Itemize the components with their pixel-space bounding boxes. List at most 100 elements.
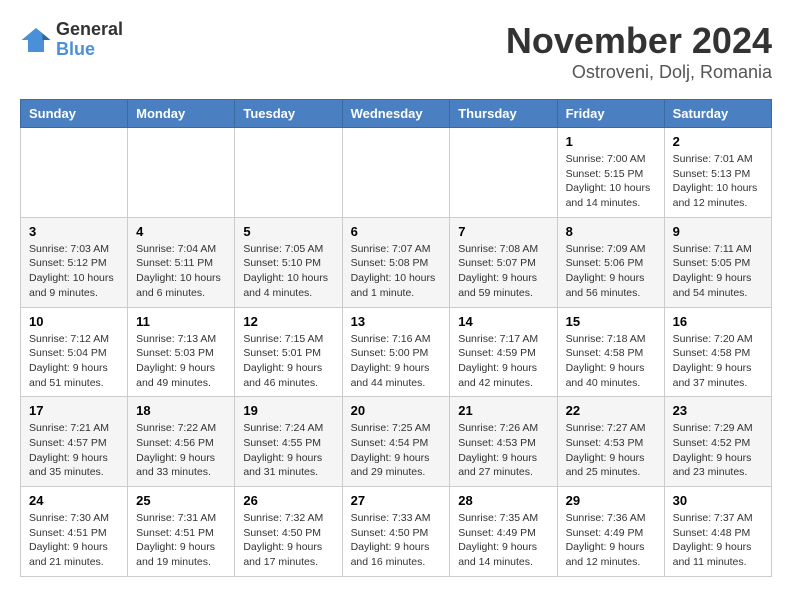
calendar-cell: 25 Sunrise: 7:31 AM Sunset: 4:51 PM Dayli… bbox=[128, 487, 235, 577]
day-number: 11 bbox=[136, 314, 226, 329]
day-number: 28 bbox=[458, 493, 548, 508]
calendar-cell: 11 Sunrise: 7:13 AM Sunset: 5:03 PM Dayli… bbox=[128, 307, 235, 397]
day-info: Sunrise: 7:24 AM Sunset: 4:55 PM Dayligh… bbox=[243, 421, 333, 480]
calendar-cell: 29 Sunrise: 7:36 AM Sunset: 4:49 PM Dayli… bbox=[557, 487, 664, 577]
calendar-cell bbox=[128, 128, 235, 218]
calendar-header-row: SundayMondayTuesdayWednesdayThursdayFrid… bbox=[21, 100, 772, 128]
day-info: Sunrise: 7:12 AM Sunset: 5:04 PM Dayligh… bbox=[29, 332, 119, 391]
calendar-cell: 18 Sunrise: 7:22 AM Sunset: 4:56 PM Dayli… bbox=[128, 397, 235, 487]
day-info: Sunrise: 7:05 AM Sunset: 5:10 PM Dayligh… bbox=[243, 242, 333, 301]
day-number: 18 bbox=[136, 403, 226, 418]
day-info: Sunrise: 7:26 AM Sunset: 4:53 PM Dayligh… bbox=[458, 421, 548, 480]
calendar-cell: 9Sunrise: 7:11 AM Sunset: 5:05 PM Daylig… bbox=[664, 217, 771, 307]
calendar-cell: 6Sunrise: 7:07 AM Sunset: 5:08 PM Daylig… bbox=[342, 217, 450, 307]
day-number: 20 bbox=[351, 403, 442, 418]
day-number: 5 bbox=[243, 224, 333, 239]
day-number: 16 bbox=[673, 314, 763, 329]
day-number: 19 bbox=[243, 403, 333, 418]
calendar-cell: 26 Sunrise: 7:32 AM Sunset: 4:50 PM Dayli… bbox=[235, 487, 342, 577]
day-info: Sunrise: 7:17 AM Sunset: 4:59 PM Dayligh… bbox=[458, 332, 548, 391]
calendar-cell bbox=[21, 128, 128, 218]
day-info: Sunrise: 7:32 AM Sunset: 4:50 PM Dayligh… bbox=[243, 511, 333, 570]
calendar-cell: 16 Sunrise: 7:20 AM Sunset: 4:58 PM Dayli… bbox=[664, 307, 771, 397]
day-number: 26 bbox=[243, 493, 333, 508]
calendar-cell: 22Sunrise: 7:27 AM Sunset: 4:53 PM Dayli… bbox=[557, 397, 664, 487]
day-number: 21 bbox=[458, 403, 548, 418]
page-header: General Blue November 2024 Ostroveni, Do… bbox=[20, 20, 772, 83]
calendar-cell: 15 Sunrise: 7:18 AM Sunset: 4:58 PM Dayli… bbox=[557, 307, 664, 397]
calendar-cell: 27Sunrise: 7:33 AM Sunset: 4:50 PM Dayli… bbox=[342, 487, 450, 577]
calendar-cell: 1 Sunrise: 7:00 AM Sunset: 5:15 PM Daylig… bbox=[557, 128, 664, 218]
calendar-week-row: 10Sunrise: 7:12 AM Sunset: 5:04 PM Dayli… bbox=[21, 307, 772, 397]
logo-blue-text: Blue bbox=[56, 40, 123, 60]
calendar-header-sunday: Sunday bbox=[21, 100, 128, 128]
day-number: 23 bbox=[673, 403, 763, 418]
calendar-cell: 14Sunrise: 7:17 AM Sunset: 4:59 PM Dayli… bbox=[450, 307, 557, 397]
calendar-cell bbox=[342, 128, 450, 218]
day-number: 29 bbox=[566, 493, 656, 508]
day-number: 17 bbox=[29, 403, 119, 418]
day-info: Sunrise: 7:30 AM Sunset: 4:51 PM Dayligh… bbox=[29, 511, 119, 570]
day-number: 6 bbox=[351, 224, 442, 239]
calendar-header-monday: Monday bbox=[128, 100, 235, 128]
calendar-header-saturday: Saturday bbox=[664, 100, 771, 128]
day-info: Sunrise: 7:20 AM Sunset: 4:58 PM Dayligh… bbox=[673, 332, 763, 391]
day-number: 12 bbox=[243, 314, 333, 329]
logo: General Blue bbox=[20, 20, 123, 60]
calendar-cell: 3 Sunrise: 7:03 AM Sunset: 5:12 PM Daylig… bbox=[21, 217, 128, 307]
day-info: Sunrise: 7:21 AM Sunset: 4:57 PM Dayligh… bbox=[29, 421, 119, 480]
calendar-cell: 28Sunrise: 7:35 AM Sunset: 4:49 PM Dayli… bbox=[450, 487, 557, 577]
calendar-cell: 30 Sunrise: 7:37 AM Sunset: 4:48 PM Dayli… bbox=[664, 487, 771, 577]
calendar-cell: 12 Sunrise: 7:15 AM Sunset: 5:01 PM Dayli… bbox=[235, 307, 342, 397]
calendar-cell: 19 Sunrise: 7:24 AM Sunset: 4:55 PM Dayli… bbox=[235, 397, 342, 487]
day-info: Sunrise: 7:03 AM Sunset: 5:12 PM Dayligh… bbox=[29, 242, 119, 301]
day-info: Sunrise: 7:37 AM Sunset: 4:48 PM Dayligh… bbox=[673, 511, 763, 570]
calendar-table: SundayMondayTuesdayWednesdayThursdayFrid… bbox=[20, 99, 772, 577]
day-number: 3 bbox=[29, 224, 119, 239]
day-number: 2 bbox=[673, 134, 763, 149]
day-number: 30 bbox=[673, 493, 763, 508]
day-info: Sunrise: 7:22 AM Sunset: 4:56 PM Dayligh… bbox=[136, 421, 226, 480]
day-info: Sunrise: 7:36 AM Sunset: 4:49 PM Dayligh… bbox=[566, 511, 656, 570]
calendar-cell bbox=[235, 128, 342, 218]
calendar-cell: 10Sunrise: 7:12 AM Sunset: 5:04 PM Dayli… bbox=[21, 307, 128, 397]
title-section: November 2024 Ostroveni, Dolj, Romania bbox=[506, 20, 772, 83]
day-info: Sunrise: 7:25 AM Sunset: 4:54 PM Dayligh… bbox=[351, 421, 442, 480]
day-number: 22 bbox=[566, 403, 656, 418]
calendar-header-friday: Friday bbox=[557, 100, 664, 128]
day-info: Sunrise: 7:11 AM Sunset: 5:05 PM Dayligh… bbox=[673, 242, 763, 301]
day-info: Sunrise: 7:01 AM Sunset: 5:13 PM Dayligh… bbox=[673, 152, 763, 211]
calendar-cell: 2 Sunrise: 7:01 AM Sunset: 5:13 PM Daylig… bbox=[664, 128, 771, 218]
day-info: Sunrise: 7:31 AM Sunset: 4:51 PM Dayligh… bbox=[136, 511, 226, 570]
day-number: 25 bbox=[136, 493, 226, 508]
day-number: 27 bbox=[351, 493, 442, 508]
calendar-header-wednesday: Wednesday bbox=[342, 100, 450, 128]
day-info: Sunrise: 7:18 AM Sunset: 4:58 PM Dayligh… bbox=[566, 332, 656, 391]
day-info: Sunrise: 7:13 AM Sunset: 5:03 PM Dayligh… bbox=[136, 332, 226, 391]
day-number: 4 bbox=[136, 224, 226, 239]
calendar-week-row: 3 Sunrise: 7:03 AM Sunset: 5:12 PM Daylig… bbox=[21, 217, 772, 307]
day-info: Sunrise: 7:00 AM Sunset: 5:15 PM Dayligh… bbox=[566, 152, 656, 211]
day-info: Sunrise: 7:15 AM Sunset: 5:01 PM Dayligh… bbox=[243, 332, 333, 391]
calendar-week-row: 1 Sunrise: 7:00 AM Sunset: 5:15 PM Daylig… bbox=[21, 128, 772, 218]
calendar-cell bbox=[450, 128, 557, 218]
day-number: 15 bbox=[566, 314, 656, 329]
calendar-cell: 13Sunrise: 7:16 AM Sunset: 5:00 PM Dayli… bbox=[342, 307, 450, 397]
logo-icon bbox=[20, 24, 52, 56]
calendar-cell: 17 Sunrise: 7:21 AM Sunset: 4:57 PM Dayli… bbox=[21, 397, 128, 487]
calendar-cell: 21 Sunrise: 7:26 AM Sunset: 4:53 PM Dayli… bbox=[450, 397, 557, 487]
calendar-cell: 5 Sunrise: 7:05 AM Sunset: 5:10 PM Daylig… bbox=[235, 217, 342, 307]
calendar-header-thursday: Thursday bbox=[450, 100, 557, 128]
day-number: 1 bbox=[566, 134, 656, 149]
logo-general-text: General bbox=[56, 20, 123, 40]
day-number: 8 bbox=[566, 224, 656, 239]
calendar-cell: 7Sunrise: 7:08 AM Sunset: 5:07 PM Daylig… bbox=[450, 217, 557, 307]
calendar-cell: 8Sunrise: 7:09 AM Sunset: 5:06 PM Daylig… bbox=[557, 217, 664, 307]
logo-text: General Blue bbox=[56, 20, 123, 60]
day-number: 7 bbox=[458, 224, 548, 239]
calendar-cell: 4Sunrise: 7:04 AM Sunset: 5:11 PM Daylig… bbox=[128, 217, 235, 307]
calendar-cell: 20 Sunrise: 7:25 AM Sunset: 4:54 PM Dayli… bbox=[342, 397, 450, 487]
day-info: Sunrise: 7:29 AM Sunset: 4:52 PM Dayligh… bbox=[673, 421, 763, 480]
month-title: November 2024 bbox=[506, 20, 772, 62]
calendar-week-row: 17 Sunrise: 7:21 AM Sunset: 4:57 PM Dayli… bbox=[21, 397, 772, 487]
